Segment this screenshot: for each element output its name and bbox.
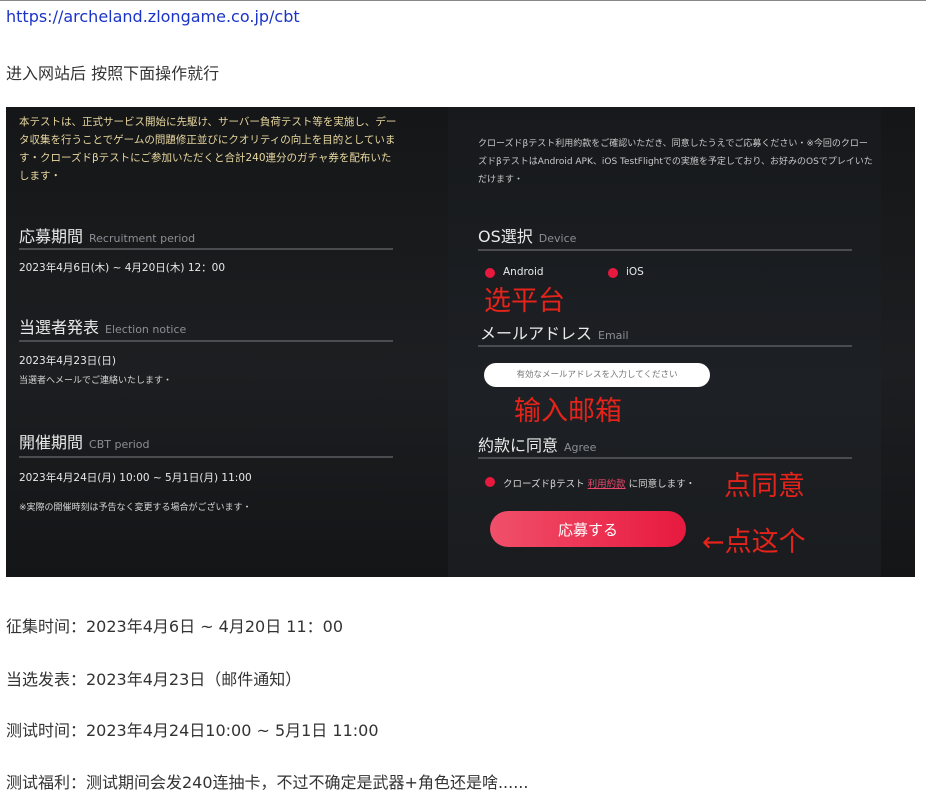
- cbt-heading: 開催期間 CBT period: [19, 429, 150, 453]
- agree-title: 約款に同意: [478, 436, 559, 455]
- agree-checkbox[interactable]: クローズドβテスト 利用約款 に同意します・: [485, 476, 725, 490]
- recruit-title: 応募期間: [19, 227, 84, 246]
- email-field[interactable]: [484, 363, 710, 387]
- terms-link[interactable]: 利用約款: [588, 479, 626, 490]
- recruit-title-en: Recruitment period: [89, 232, 196, 245]
- annotation-enter-email: 输入邮箱: [514, 396, 622, 427]
- election-heading: 当選者発表 Election notice: [19, 314, 186, 338]
- agree-title-en: Agree: [564, 441, 597, 454]
- cbt-title-en: CBT period: [89, 438, 150, 451]
- cbt-period: 2023年4月24日(月) 10:00 ~ 5月1日(月) 11:00: [19, 472, 252, 484]
- divider: [478, 249, 852, 251]
- recruit-time-line: 征集时间：2023年4月6日 ~ 4月20日 11：00: [6, 617, 344, 636]
- radio-dot-icon: [608, 268, 618, 278]
- email-title-en: Email: [598, 329, 629, 342]
- election-note: 当選者へメールでご連絡いたします・: [19, 376, 173, 386]
- recruit-heading: 応募期間 Recruitment period: [19, 223, 195, 247]
- annotation-click-agree: 点同意: [724, 471, 805, 502]
- election-title: 当選者発表: [19, 318, 100, 337]
- checkbox-dot-icon: [485, 477, 495, 487]
- apply-button[interactable]: 応募する: [490, 511, 686, 547]
- annotation-choose-platform: 选平台: [484, 286, 565, 317]
- os-option-label: Android: [503, 266, 544, 278]
- divider: [19, 340, 393, 342]
- election-date: 2023年4月23日(日): [19, 355, 116, 367]
- form-description: クローズドβテスト利用約款をご確認いただき、同意したうえでご応募ください・※今回…: [478, 139, 873, 185]
- info-column: 本テストは、正式サービス開始に先駆け、サーバー負荷テスト等を実施し、データ収集を…: [6, 107, 448, 577]
- agree-heading: 約款に同意 Agree: [478, 432, 596, 456]
- embedded-screenshot: 本テストは、正式サービス開始に先駆け、サーバー負荷テスト等を実施し、データ収集を…: [6, 107, 915, 577]
- benefit-line: 测试福利：测试期间会发240连抽卡，不过不确定是武器+角色还是啥......: [6, 773, 529, 792]
- annotation-click-this: ←点这个: [702, 527, 806, 558]
- os-heading: OS選択 Device: [478, 223, 576, 247]
- result-line: 当选发表：2023年4月23日（邮件通知）: [6, 670, 302, 689]
- divider: [478, 457, 852, 459]
- email-title: メールアドレス: [480, 324, 593, 343]
- os-option-label: iOS: [626, 266, 644, 278]
- email-heading: メールアドレス Email: [480, 320, 629, 344]
- intro-text: 进入网站后 按照下面操作就行: [6, 64, 220, 83]
- cbt-title: 開催期間: [19, 433, 84, 452]
- election-title-en: Election notice: [105, 323, 187, 336]
- agree-text: クローズドβテスト 利用約款 に同意します・: [503, 476, 695, 490]
- test-time-line: 测试时间：2023年4月24日10:00 ~ 5月1日 11:00: [6, 721, 379, 740]
- radio-dot-icon: [485, 268, 495, 278]
- agree-text-before: クローズドβテスト: [503, 479, 585, 490]
- divider: [478, 345, 852, 347]
- cbt-note: ※実際の開催時刻は予告なく変更する場合がございます・: [19, 503, 252, 513]
- os-title-en: Device: [538, 232, 577, 245]
- divider: [19, 248, 393, 250]
- agree-text-after: に同意します・: [628, 479, 696, 490]
- os-title: OS選択: [478, 227, 533, 246]
- recruit-period: 2023年4月6日(木) ~ 4月20日(木) 12：00: [19, 262, 226, 274]
- divider: [19, 456, 393, 458]
- cbt-link[interactable]: https://archeland.zlongame.co.jp/cbt: [6, 7, 300, 26]
- cbt-description: 本テストは、正式サービス開始に先駆け、サーバー負荷テスト等を実施し、データ収集を…: [19, 116, 397, 182]
